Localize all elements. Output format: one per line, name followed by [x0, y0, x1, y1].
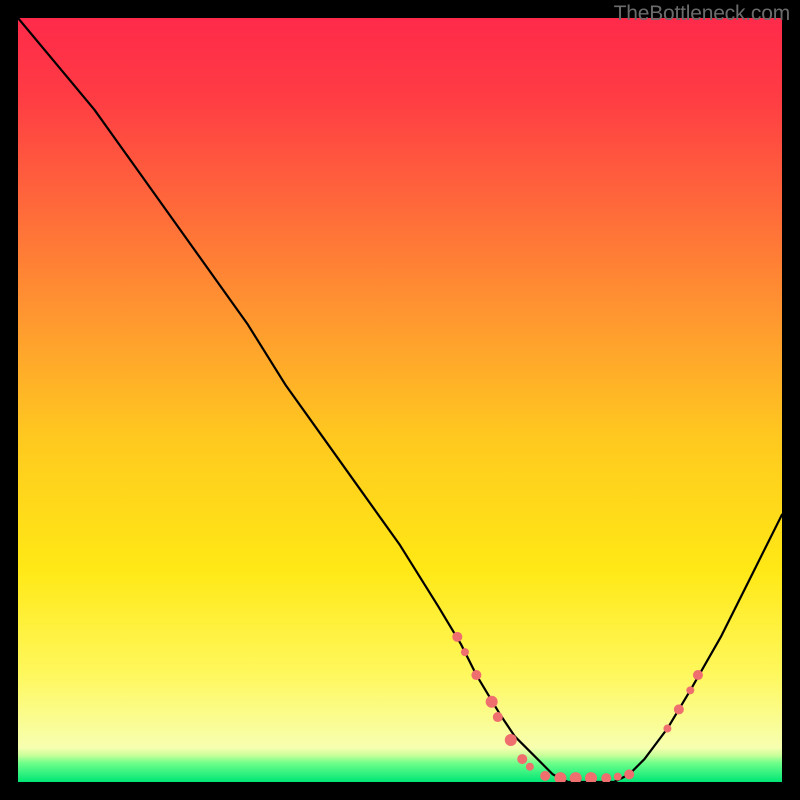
data-marker — [686, 686, 694, 694]
data-marker — [505, 734, 517, 746]
data-marker — [693, 670, 703, 680]
data-marker — [540, 771, 550, 781]
data-marker — [663, 725, 671, 733]
data-marker — [486, 696, 498, 708]
data-marker — [614, 773, 622, 781]
bottleneck-chart — [18, 18, 782, 782]
data-marker — [493, 712, 503, 722]
chart-frame — [18, 18, 782, 782]
data-marker — [674, 704, 684, 714]
data-marker — [471, 670, 481, 680]
watermark-text: TheBottleneck.com — [614, 2, 790, 26]
gradient-background — [18, 18, 782, 782]
data-marker — [461, 648, 469, 656]
data-marker — [517, 754, 527, 764]
data-marker — [452, 632, 462, 642]
data-marker — [624, 769, 634, 779]
data-marker — [526, 763, 534, 771]
